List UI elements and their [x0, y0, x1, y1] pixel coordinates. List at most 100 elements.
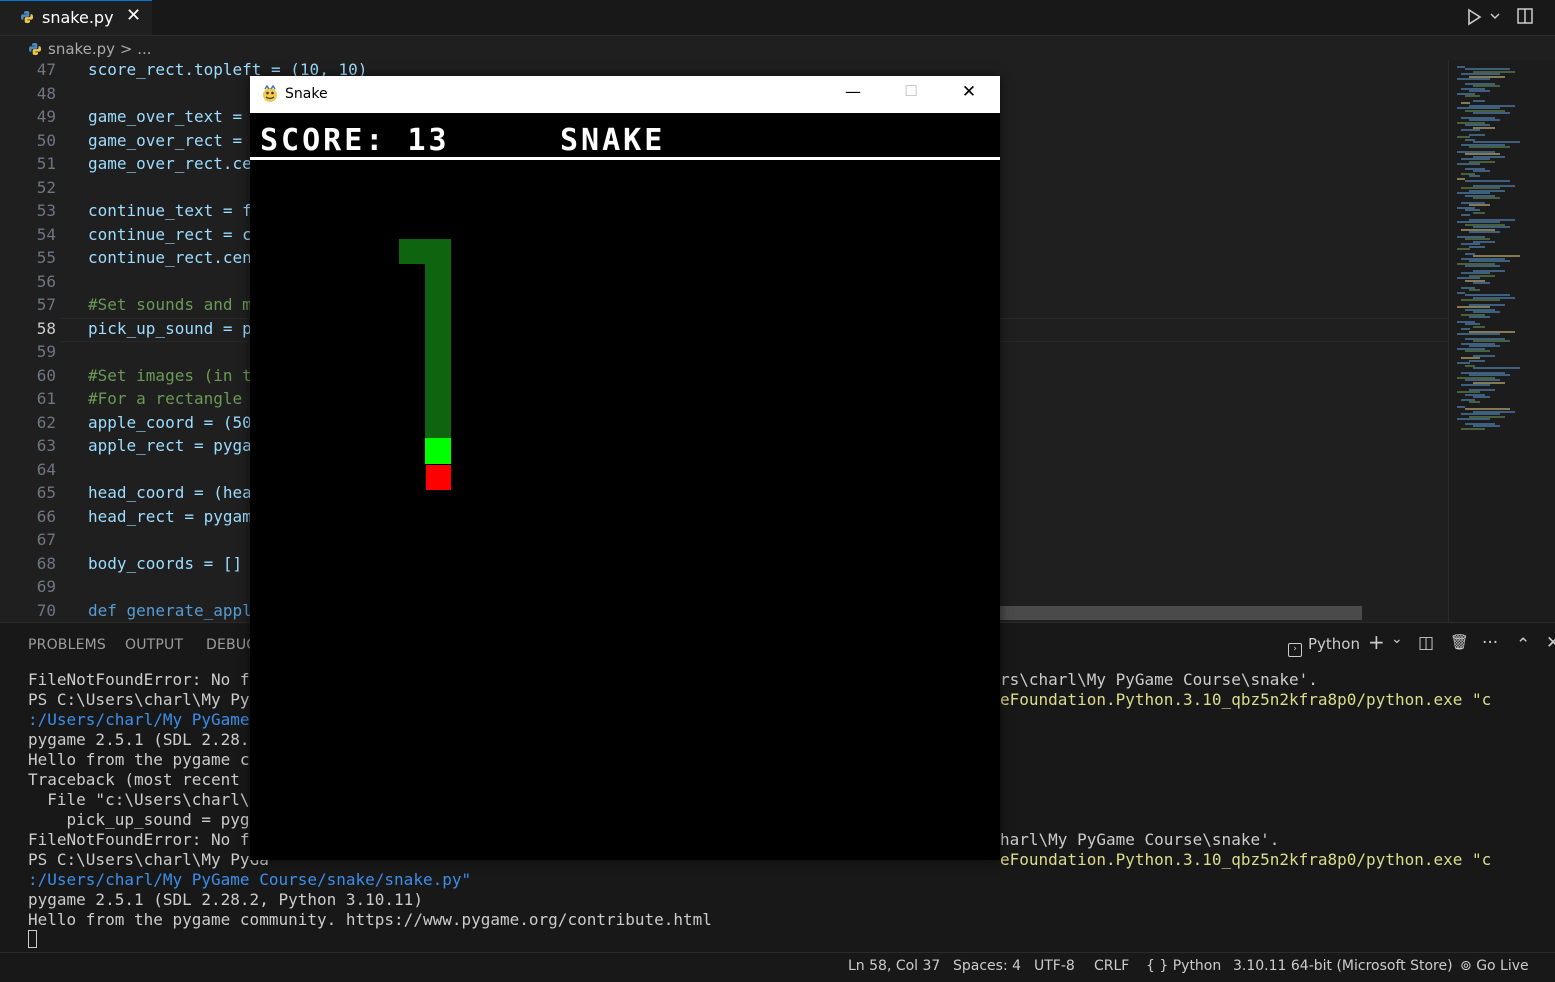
code-text: continue_rect = c: [88, 224, 252, 244]
cursor-position[interactable]: Ln 58, Col 37: [848, 958, 940, 974]
chevron-down-icon[interactable]: [1489, 10, 1501, 22]
snake-body-segment: [425, 239, 451, 439]
code-text: head_coord = (hea: [88, 483, 252, 502]
minimap-line: [1457, 406, 1465, 408]
terminal-icon: ›: [1288, 643, 1302, 657]
terminal-line: PS C:\Users\charl\My PyGa: [28, 690, 269, 709]
close-panel-icon[interactable]: ✕: [1546, 633, 1555, 653]
minimap-line: [1473, 282, 1490, 284]
line-number: 50: [36, 130, 56, 150]
minimap-line: [1473, 396, 1490, 399]
code-text: head_rect = pygam: [88, 506, 252, 526]
status-bar: Ln 58, Col 37 Spaces: 4 UTF-8 CRLF { } P…: [0, 952, 1555, 982]
minimap-line: [1473, 112, 1510, 114]
horizontal-scrollbar[interactable]: [998, 606, 1362, 620]
tab-problems[interactable]: PROBLEMS: [28, 637, 106, 653]
terminal-line: FileNotFoundError: No fil: [28, 670, 269, 689]
terminal-line: Hello from the pygame community. https:/…: [28, 910, 712, 929]
terminal-line: Traceback (most recent ca: [28, 770, 269, 789]
terminal-line-continuation: rs\charl\My PyGame Course\snake'.: [1000, 670, 1318, 690]
line-number: 57: [36, 295, 56, 314]
breadcrumb-file[interactable]: snake.py: [48, 40, 115, 58]
breadcrumb-separator: >: [119, 40, 133, 58]
minimize-button[interactable]: —: [838, 82, 868, 106]
snake-game-window[interactable]: Snake — ☐ ✕ SCORE: 13 SNAKE: [250, 76, 1000, 860]
code-text: #For a rectangle: [88, 389, 252, 408]
code-text: continue_rect.cen: [88, 248, 252, 267]
minimap-line: [1465, 95, 1480, 97]
line-number: 58: [36, 318, 56, 338]
minimap[interactable]: [1448, 60, 1555, 622]
minimap-line: [1457, 177, 1465, 180]
run-icon[interactable]: [1466, 8, 1482, 26]
tab-output[interactable]: OUTPUT: [125, 637, 183, 653]
trash-icon[interactable]: 🗑: [1450, 633, 1469, 651]
encoding[interactable]: UTF-8: [1034, 958, 1075, 974]
minimap-line: [1473, 211, 1485, 214]
minimap-line: [1469, 245, 1485, 248]
pygame-icon: [263, 85, 277, 102]
line-number: 52: [36, 177, 56, 197]
score-label: SCORE:: [260, 123, 387, 158]
code-text: continue_text = f: [88, 201, 252, 220]
braces-icon: { }: [1146, 958, 1173, 974]
broadcast-icon: ⊚: [1460, 958, 1477, 974]
chevron-down-icon[interactable]: ⌄: [1391, 631, 1403, 647]
end-of-line[interactable]: CRLF: [1094, 958, 1129, 974]
code-text: game_over_rect.ce: [88, 154, 252, 173]
split-terminal-icon[interactable]: ◫: [1418, 633, 1434, 653]
terminal-line: FileNotFoundError: No fil: [28, 830, 269, 849]
terminal-line: pick_up_sound = pygam: [28, 810, 269, 829]
line-number: 48: [36, 83, 56, 103]
interpreter[interactable]: 3.10.11 64-bit (Microsoft Store): [1233, 958, 1453, 974]
language-label: Python: [1172, 958, 1222, 974]
breadcrumb[interactable]: snake.py > ...: [28, 40, 152, 62]
code-text: #Set images (in t: [88, 365, 252, 385]
apple: [426, 465, 451, 490]
tab-snake-py[interactable]: snake.py ✕: [0, 0, 152, 35]
minimap-line: [1473, 325, 1485, 328]
code-text: apple_coord = (50: [88, 412, 252, 432]
terminal-line-continuation: harl\My PyGame Course\snake'.: [1000, 830, 1279, 850]
score-display: SCORE: 13: [260, 123, 450, 158]
line-number: 70: [36, 600, 56, 620]
terminal-line: pygame 2.5.1 (SDL 2.28.2,: [28, 730, 269, 749]
minimap-line: [1461, 427, 1485, 430]
go-live-button[interactable]: ⊚ Go Live: [1460, 958, 1529, 974]
terminal-profile-label: Python: [1308, 635, 1360, 653]
minimap-line: [1469, 289, 1480, 292]
line-number: 67: [36, 530, 56, 549]
line-number: 65: [36, 483, 56, 502]
terminal-line: :/Users/charl/My PyGame C: [28, 710, 269, 729]
editor-tab-bar: snake.py ✕: [0, 0, 1555, 36]
python-file-icon: [29, 43, 41, 55]
minimap-line: [1461, 299, 1500, 301]
game-canvas[interactable]: SCORE: 13 SNAKE: [250, 113, 1000, 860]
tab-close-icon[interactable]: ✕: [126, 5, 141, 26]
window-titlebar[interactable]: Snake — ☐ ✕: [250, 76, 1000, 113]
terminal-text: harl\My PyGame Course\snake'.: [1000, 830, 1280, 849]
new-terminal-icon[interactable]: +: [1368, 630, 1385, 654]
close-button[interactable]: ✕: [954, 82, 984, 106]
terminal-text: eFoundation.Python.3.10_qbz5n2kfra8p0/py…: [1000, 690, 1492, 709]
terminal-profile[interactable]: › Python: [1288, 635, 1360, 657]
minimap-line: [1469, 134, 1485, 136]
code-text: pick_up_sound = p: [88, 318, 252, 338]
indentation[interactable]: Spaces: 4: [953, 958, 1021, 974]
line-number: 69: [36, 577, 56, 596]
code-text: apple_rect = pyga: [88, 436, 252, 455]
line-number: 49: [36, 107, 56, 126]
minimap-line: [1461, 384, 1490, 386]
more-actions-icon[interactable]: ···: [1482, 633, 1498, 653]
terminal-line: :/Users/charl/My PyGame Course/snake/sna…: [28, 870, 472, 889]
line-number: 56: [36, 271, 56, 291]
line-number: 64: [36, 459, 56, 479]
maximize-panel-icon[interactable]: ⌃: [1516, 635, 1530, 655]
minimap-line: [1457, 163, 1480, 165]
line-number: 54: [36, 224, 56, 244]
breadcrumb-more[interactable]: ...: [137, 40, 151, 58]
language-mode[interactable]: { } Python: [1146, 958, 1221, 974]
split-editor-icon[interactable]: [1516, 7, 1534, 25]
maximize-button[interactable]: ☐: [896, 82, 926, 106]
line-number: 66: [36, 506, 56, 526]
